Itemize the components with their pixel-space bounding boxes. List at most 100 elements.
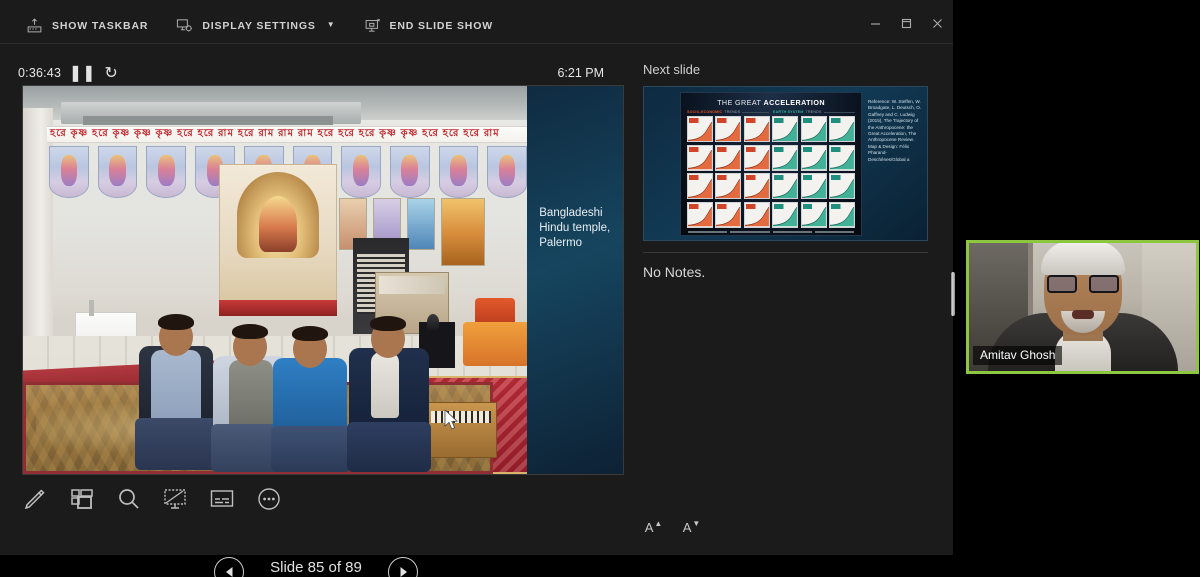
chart-panel-curve [688,207,712,227]
display-settings-label: DISPLAY SETTINGS [202,19,316,32]
decrease-font-size-button[interactable]: A ▼ [681,519,701,540]
slide-counter: Slide 85 of 89 [270,559,362,576]
photo-flag [438,146,479,198]
chart-panel [772,173,799,199]
next-slide-button[interactable] [388,557,418,577]
display-settings-icon [177,19,193,32]
slide-caption: Bangladeshi Hindu temple, Palermo [527,86,623,474]
chart-panel [715,116,742,142]
great-acceleration-chart: THE GREAT ACCELERATION SOCIO-ECONOMIC TR… [680,92,862,236]
notes-divider [643,252,928,253]
see-all-slides-icon[interactable] [69,485,96,513]
window-controls [860,8,953,39]
chart-panel [715,201,742,228]
chart-panel [800,144,827,171]
end-slide-show-icon [365,18,380,32]
chart-panel-curve [773,121,798,141]
taskbar-icon [27,18,42,33]
chart-panel-curve [744,121,769,141]
video-person-mouth [1071,310,1094,319]
elapsed-timer: 0:36:43 [18,66,62,80]
chart-title: THE GREAT ACCELERATION [717,98,825,107]
video-person-glasses [1046,275,1119,293]
close-button[interactable] [922,8,953,39]
chart-panel-curve [830,121,854,141]
pen-icon[interactable] [22,485,49,513]
chart-panel [829,116,855,142]
video-person-hair [1040,243,1125,275]
current-slide-pane: 0:36:43 ❚❚ ↻ 6:21 PM হরে কৃষ্ণ হরে কৃষ্ণ… [0,52,632,577]
photo-person [133,310,219,474]
chart-panel-curve [716,178,741,198]
photo-deity-figure [259,196,297,252]
next-slide-thumbnail[interactable]: THE GREAT ACCELERATION SOCIO-ECONOMIC TR… [643,86,928,241]
chart-panel-curve [688,121,712,141]
chart-panel [800,173,827,199]
photo-flag [97,146,138,198]
pause-timer-button[interactable]: ❚❚ [69,65,96,82]
chart-panel-curve [830,150,854,170]
chart-panel [687,201,713,228]
current-slide[interactable]: হরে কৃষ্ণ হরে কৃষ্ণ কৃষ্ণ কৃষ্ণ হরে হরে … [22,85,624,475]
photo-person [343,314,435,474]
restore-icon [901,18,912,29]
more-options-icon[interactable] [255,485,282,513]
slide-photograph: হরে কৃষ্ণ হরে কৃষ্ণ কৃষ্ণ কৃষ্ণ হরে হরে … [23,86,528,474]
notes-font-controls: A ▲ A ▼ [643,519,701,540]
chart-panel-curve [688,150,712,170]
photo-poster [441,198,485,266]
video-door-frame [1028,243,1034,323]
photo-cabinet-items [379,276,445,294]
presenter-command-bar: SHOW TASKBAR DISPLAY SETTINGS ▼ END SLID… [0,8,953,44]
reset-timer-button[interactable]: ↻ [103,65,119,82]
photo-cushions [463,322,528,366]
chart-panel [772,201,799,228]
chart-panel [743,173,770,199]
photo-poster [407,198,435,250]
black-screen-icon[interactable] [162,485,189,513]
presenter-view-window: SHOW TASKBAR DISPLAY SETTINGS ▼ END SLID… [0,0,953,577]
photo-person [269,324,353,474]
chart-panel [772,144,799,171]
chart-panel-curve [801,207,826,227]
chart-panel [829,201,855,228]
chart-section-socio: SOCIO-ECONOMIC TRENDS [687,110,769,114]
chevron-down-icon: ▼ [326,20,336,29]
end-slide-show-button[interactable]: END SLIDE SHOW [350,8,508,44]
minimize-icon [871,23,880,25]
video-participant-tile[interactable]: Amitav Ghosh [966,240,1199,374]
chart-panel [687,173,713,199]
show-taskbar-button[interactable]: SHOW TASKBAR [12,8,162,44]
pane-resize-handle[interactable] [951,272,955,316]
screen: SHOW TASKBAR DISPLAY SETTINGS ▼ END SLID… [0,0,1200,577]
chart-panel [687,116,713,142]
chart-panel-curve [744,207,769,227]
zoom-into-slide-icon[interactable] [115,485,142,513]
chart-panel [772,116,799,142]
increase-font-size-button[interactable]: A ▲ [643,519,663,540]
next-slide-and-notes-pane: Next slide THE GREAT ACCELERATION SOCIO-… [640,52,953,555]
display-settings-button[interactable]: DISPLAY SETTINGS ▼ [162,8,349,44]
photo-flag [389,146,430,198]
chart-panel-curve [744,178,769,198]
previous-arrow-icon [225,567,232,577]
chart-panel-curve [716,207,741,227]
chart-panel-grid [685,116,857,228]
chart-footer-bars [685,228,857,233]
notes-text: No Notes. [643,264,706,280]
photo-air-duct-shadow [83,116,333,125]
chart-panel-curve [773,178,798,198]
chart-panel-curve [801,121,826,141]
chart-panel [743,201,770,228]
previous-slide-button[interactable] [214,557,244,577]
chart-panel-curve [830,207,854,227]
photo-harmonium [425,402,497,458]
chart-panel-curve [744,150,769,170]
video-participant-name: Amitav Ghosh [973,346,1063,365]
chart-reference-text: Reference: W. Steffen, W. Broadgate, L. … [868,99,922,162]
photo-flag [146,146,187,198]
minimize-button[interactable] [860,8,891,39]
toggle-subtitles-icon[interactable] [209,485,236,513]
chart-panel-curve [830,178,854,198]
restore-button[interactable] [891,8,922,39]
